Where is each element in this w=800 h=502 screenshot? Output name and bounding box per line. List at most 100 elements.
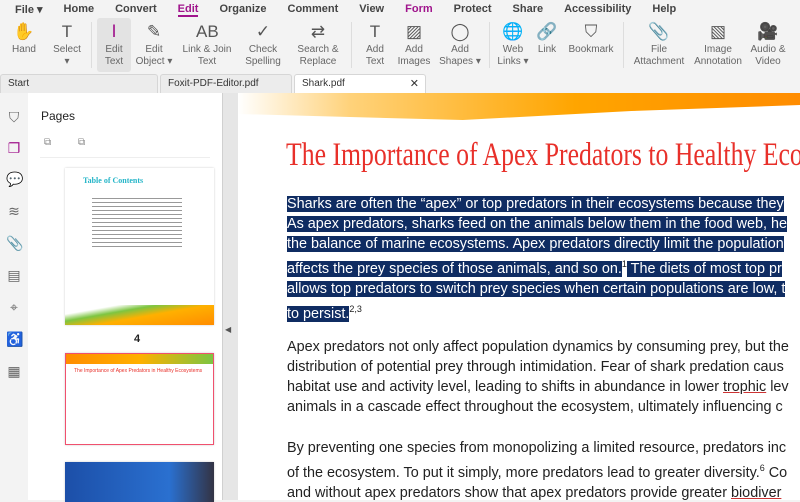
zoom-out-thumbs-icon[interactable]: ⧉ [44,137,51,148]
tool-label: Replace [299,56,337,67]
paragraph-3[interactable]: By preventing one species from monopoliz… [287,438,787,500]
text-line: habitat use and activity level, leading … [287,379,723,395]
panel-splitter[interactable]: ◀ [222,93,238,500]
menu-comment[interactable]: Comment [288,3,339,15]
edit-object-icon: ✎ [146,22,162,41]
web-links-button[interactable]: 🌐 Web Links ▾ [495,18,531,72]
pages-icon[interactable]: ❐ [6,140,22,156]
zoom-in-thumbs-icon[interactable]: ⧉ [78,137,85,148]
paragraph-selected[interactable]: Sharks are often the “apex” or top preda… [287,194,787,324]
image-annotation-icon: ▧ [709,22,727,41]
page-thumbnail-toc[interactable]: Table of Contents [65,168,214,325]
text-line: of the ecosystem. To put it simply, more… [287,464,760,481]
tool-label: Search & [297,44,339,55]
location-icon[interactable]: ⌖ [6,299,22,315]
tool-label: Image [704,44,732,55]
tool-label: Select [53,44,81,55]
tool-label: Add [405,44,423,55]
add-image-button[interactable]: ▨ Add Images [394,18,434,72]
menu-view[interactable]: View [359,3,384,15]
tool-label: Check [248,44,278,55]
select-button[interactable]: T Select ▾ [47,18,87,72]
tool-label: Spelling [245,56,281,67]
add-text-icon: T [369,22,381,41]
tab-label: Shark.pdf [302,78,345,89]
bookmark-icon[interactable]: ⛉ [6,109,22,125]
page-thumbnail-current[interactable]: The Importance of Apex Predators in Heal… [65,353,214,445]
tab-label: Foxit-PDF-Editor.pdf [168,78,259,89]
tool-label: Annotation [694,56,742,67]
tool-label: Edit [105,44,123,55]
link-button[interactable]: 🔗 Link [532,18,562,72]
accessibility-icon[interactable]: ♿ [6,331,23,347]
tool-label: Audio & [750,44,786,55]
tab-foxit-pdf-editor[interactable]: Foxit-PDF-Editor.pdf [160,74,292,93]
tool-label: Object ▾ [135,56,173,67]
menu-accessibility[interactable]: Accessibility [564,3,631,15]
text-line: The diets of most top pr [626,260,782,277]
edit-object-button[interactable]: ✎ Edit Object ▾ [132,18,176,72]
bookmark-icon: ⛉ [584,22,598,41]
search-replace-button[interactable]: ⇄ Search & Replace [289,18,347,72]
link-join-icon: AB [196,22,219,41]
tab-shark[interactable]: Shark.pdf ✕ [294,74,426,93]
paragraph-2[interactable]: Apex predators not only affect populatio… [287,337,789,417]
audio-video-button[interactable]: 🎥 Audio & Video [747,18,789,72]
menu-file[interactable]: File ▾ [15,3,43,16]
hand-icon: ✋ [13,22,35,41]
panel-title: Pages [41,109,76,123]
link-icon: 🔗 [536,22,558,41]
spell-check-button[interactable]: ✓ Check Spelling [238,18,288,72]
thumb-wave [65,305,214,325]
document-title[interactable]: The Importance of Apex Predators to Heal… [286,137,800,174]
page-thumbnail-next[interactable] [65,462,214,502]
search-replace-icon: ⇄ [310,22,326,41]
image-annotation-button[interactable]: ▧ Image Annotation [690,18,746,72]
hand-button[interactable]: ✋ Hand [2,18,46,72]
text-line: the balance of marine ecosystems. Apex p… [287,236,784,252]
page-number-label: 4 [134,333,141,345]
audio-video-icon: 🎥 [757,22,779,41]
menu-convert[interactable]: Convert [115,3,157,15]
tool-label: ▾ [64,56,70,67]
close-tab-icon[interactable]: ✕ [410,77,419,90]
comments-icon[interactable]: 💬 [6,171,23,187]
tool-label: Add [451,44,469,55]
menu-form[interactable]: Form [405,3,433,15]
tool-label: Link & Join [182,44,232,55]
menu-share[interactable]: Share [513,3,544,15]
collapse-arrow-icon[interactable]: ◀ [225,325,231,334]
tool-label: Link [537,44,557,55]
menu-help[interactable]: Help [652,3,676,15]
tool-label: Text [365,56,385,67]
tool-label: Shapes ▾ [439,56,481,67]
menu-home[interactable]: Home [64,3,95,15]
menu-organize[interactable]: Organize [219,3,266,15]
edit-text-button[interactable]: Ⅰ Edit Text [97,18,131,72]
file-attachment-icon: 📎 [648,22,670,41]
spelling-flag: trophic [723,379,767,395]
tool-label: Attachment [633,56,685,67]
toolbar-separator [351,22,352,68]
file-attachment-button[interactable]: 📎 File Attachment [629,18,689,72]
add-text-button[interactable]: T Add Text [357,18,393,72]
menu-protect[interactable]: Protect [454,3,492,15]
add-shapes-icon: ◯ [450,22,470,41]
link-join-button[interactable]: AB Link & Join Text [177,18,237,72]
tab-start[interactable]: Start [0,74,158,93]
tool-label: Bookmark [568,44,614,55]
edit-text-icon: Ⅰ [111,22,117,41]
menu-edit[interactable]: Edit [177,3,198,17]
select-icon: T [61,22,73,41]
add-shapes-button[interactable]: ◯ Add Shapes ▾ [435,18,485,72]
attachment-icon[interactable]: 📎 [6,235,23,251]
add-image-icon: ▨ [405,22,423,41]
file-icon[interactable]: ▤ [6,267,22,283]
document-tabs: Start Foxit-PDF-Editor.pdf Shark.pdf ✕ [0,74,800,93]
bookmark-button[interactable]: ⛉ Bookmark [563,18,619,72]
text-line: lev [766,379,789,395]
web-links-icon: 🌐 [502,22,524,41]
layers-icon[interactable]: ≋ [6,203,22,219]
form-fields-icon[interactable]: ▦ [6,363,22,379]
text-line: Co [764,464,788,481]
